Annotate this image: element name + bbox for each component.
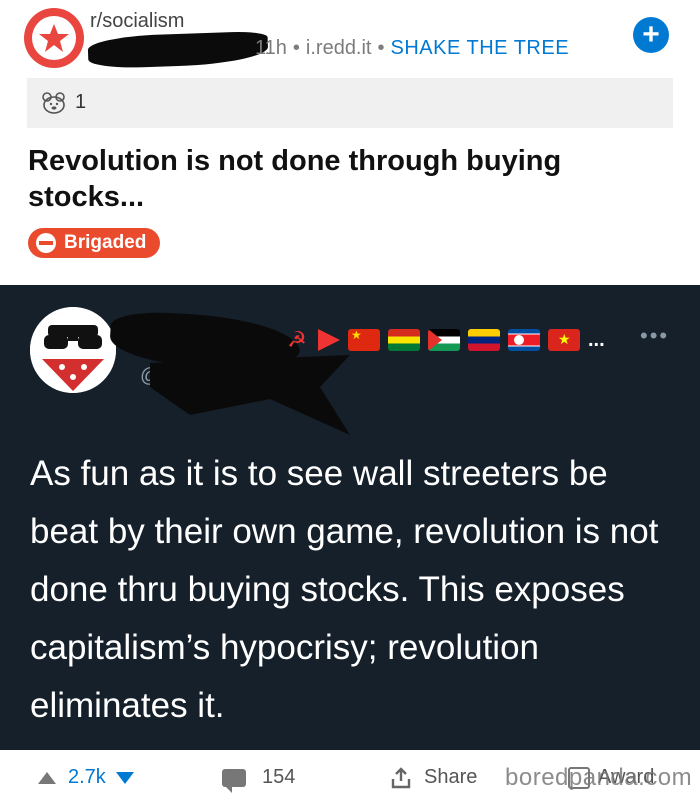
vote-group: 2.7k bbox=[38, 766, 134, 789]
brigaded-label: Brigaded bbox=[64, 232, 147, 253]
flag-north-korea-icon bbox=[508, 329, 540, 351]
subreddit-name[interactable]: r/socialism bbox=[90, 10, 184, 33]
join-plus-icon[interactable]: + bbox=[633, 17, 669, 53]
share-icon bbox=[391, 766, 411, 788]
flag-palestine-icon bbox=[428, 329, 460, 351]
subreddit-star-icon[interactable] bbox=[24, 8, 84, 68]
flag-emojis: ☭ ... bbox=[284, 325, 605, 355]
redaction-mark bbox=[87, 30, 269, 70]
post-meta: 11h • i.redd.it • SHAKE THE TREE bbox=[255, 37, 570, 59]
post-flair[interactable]: SHAKE THE TREE bbox=[391, 37, 570, 59]
upvote-icon[interactable] bbox=[38, 771, 56, 784]
post-domain[interactable]: i.redd.it bbox=[306, 37, 372, 59]
brigaded-tag: Brigaded bbox=[28, 228, 161, 258]
comment-icon bbox=[222, 768, 246, 793]
flag-china-icon bbox=[348, 329, 380, 351]
post-title[interactable]: Revolution is not done through buying st… bbox=[28, 143, 668, 215]
flag-venezuela-icon bbox=[468, 329, 500, 351]
red-flag-icon bbox=[318, 329, 340, 351]
post-header: r/socialism 11h • i.redd.it • SHAKE THE TREE… bbox=[0, 0, 700, 285]
bear-award-icon bbox=[42, 92, 65, 114]
avatar bbox=[30, 307, 116, 393]
comment-count: 154 bbox=[262, 766, 296, 788]
no-entry-icon bbox=[36, 233, 56, 253]
share-label: Share bbox=[424, 766, 478, 788]
watermark: boredpanda.com bbox=[505, 764, 693, 791]
downvote-icon[interactable] bbox=[115, 771, 134, 784]
hammer-sickle-icon: ☭ bbox=[287, 327, 307, 352]
tweet-image[interactable]: @ ☭ ... ••• As fun as it is to see wall … bbox=[0, 285, 700, 750]
flags-ellipsis: ... bbox=[588, 328, 605, 351]
share-button[interactable]: Share bbox=[390, 766, 477, 789]
redaction-mark bbox=[150, 355, 350, 435]
flag-vietnam-icon bbox=[548, 329, 580, 351]
tweet-body: As fun as it is to see wall streeters be… bbox=[30, 454, 659, 725]
more-options-icon[interactable]: ••• bbox=[640, 323, 669, 349]
vote-count: 2.7k bbox=[68, 766, 106, 788]
comments-button[interactable]: 154 bbox=[222, 766, 296, 793]
award-bar[interactable]: 1 bbox=[27, 78, 673, 128]
flag-bolivia-icon bbox=[388, 329, 420, 351]
award-count: 1 bbox=[75, 91, 87, 113]
post-age: 11h bbox=[255, 37, 287, 59]
